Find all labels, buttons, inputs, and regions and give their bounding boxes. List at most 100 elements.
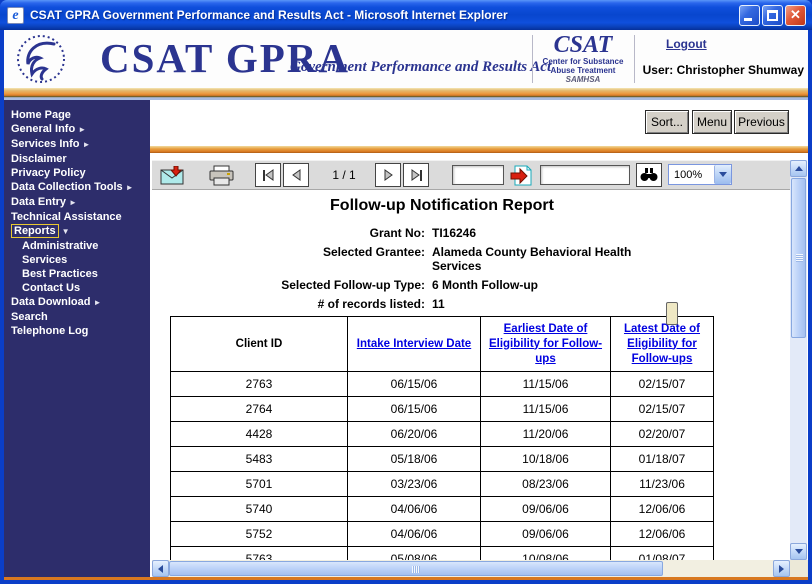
- table-cell: 5740: [171, 497, 348, 522]
- table-cell: 09/06/06: [481, 497, 611, 522]
- sidebar-item-label: Services Info: [11, 138, 79, 150]
- goto-page-input[interactable]: [452, 165, 504, 185]
- search-button[interactable]: [636, 163, 662, 187]
- sidebar-item[interactable]: Privacy Policy: [4, 166, 150, 180]
- sort-button[interactable]: Sort...: [645, 110, 689, 134]
- column-header-label[interactable]: Earliest Date of Eligibility for Follow-…: [489, 323, 602, 365]
- report-page: Follow-up Notification Report Grant No: …: [152, 190, 790, 560]
- page-indicator: 1 / 1: [320, 168, 368, 182]
- previous-page-button[interactable]: [283, 163, 309, 187]
- vertical-scrollbar[interactable]: [790, 160, 807, 560]
- table-cell: 09/06/06: [481, 522, 611, 547]
- column-header-label[interactable]: Client ID: [236, 338, 283, 350]
- table-cell: 02/20/07: [611, 422, 714, 447]
- chevron-down-icon[interactable]: [714, 165, 731, 184]
- sidebar-item[interactable]: Reports▼: [4, 224, 150, 239]
- table-cell: 12/06/06: [611, 497, 714, 522]
- table-cell: 06/20/06: [348, 422, 481, 447]
- field-value: TI16246: [432, 226, 642, 240]
- vertical-scroll-thumb[interactable]: [791, 178, 806, 338]
- sidebar-item-label: Administrative: [22, 240, 98, 252]
- table-cell: 5483: [171, 447, 348, 472]
- table-cell: 04/06/06: [348, 497, 481, 522]
- next-page-button[interactable]: [375, 163, 401, 187]
- close-button[interactable]: ✕: [785, 5, 806, 26]
- scroll-up-button[interactable]: [790, 160, 807, 177]
- table-cell: 04/06/06: [348, 522, 481, 547]
- window-title: CSAT GPRA Government Performance and Res…: [30, 8, 739, 22]
- logout-link[interactable]: Logout: [666, 37, 707, 51]
- table-row: 574004/06/0609/06/0612/06/06: [171, 497, 714, 522]
- close-icon: ✕: [786, 7, 805, 23]
- column-header[interactable]: Client ID: [171, 317, 348, 372]
- report-field: # of records listed: 11: [152, 297, 790, 311]
- sidebar-item-label: Best Practices: [22, 268, 98, 280]
- sidebar-item[interactable]: Services Info►: [4, 137, 150, 152]
- sidebar-item[interactable]: Disclaimer: [4, 152, 150, 166]
- table-row: 575204/06/0609/06/0612/06/06: [171, 522, 714, 547]
- field-label: Selected Grantee:: [152, 245, 432, 273]
- table-cell: 05/08/06: [348, 547, 481, 561]
- nav-arrow-icon: ►: [78, 125, 86, 134]
- sidebar-item[interactable]: Contact Us: [4, 281, 150, 295]
- nav-arrow-icon: ▼: [62, 227, 70, 236]
- table-cell: 01/18/07: [611, 447, 714, 472]
- sidebar-item[interactable]: Data Download►: [4, 295, 150, 310]
- sidebar-item-label: Technical Assistance: [11, 211, 122, 223]
- sidebar-item[interactable]: Administrative: [4, 239, 150, 253]
- nav-arrow-icon: ►: [126, 183, 134, 192]
- column-header-label[interactable]: Intake Interview Date: [357, 338, 471, 350]
- report-field: Selected Grantee: Alameda County Behavio…: [152, 245, 790, 273]
- column-header[interactable]: Latest Date of Eligibility for Follow-up…: [611, 317, 714, 372]
- nav-arrow-icon: ►: [69, 198, 77, 207]
- maximize-icon: [767, 10, 778, 21]
- goto-page-icon[interactable]: [510, 165, 532, 186]
- sidebar-item[interactable]: Technical Assistance: [4, 210, 150, 224]
- column-header[interactable]: Earliest Date of Eligibility for Follow-…: [481, 317, 611, 372]
- column-header[interactable]: Intake Interview Date: [348, 317, 481, 372]
- field-label: Selected Follow-up Type:: [152, 278, 432, 292]
- scroll-down-button[interactable]: [790, 543, 807, 560]
- column-header-label[interactable]: Latest Date of Eligibility for Follow-up…: [624, 323, 700, 365]
- minimize-button[interactable]: [739, 5, 760, 26]
- table-row: 276406/15/0611/15/0602/15/07: [171, 397, 714, 422]
- last-page-button[interactable]: [403, 163, 429, 187]
- csat-logo-line2: Abuse Treatment: [540, 66, 626, 75]
- sidebar-item[interactable]: Services: [4, 253, 150, 267]
- sidebar-item[interactable]: Telephone Log: [4, 324, 150, 338]
- search-text-input[interactable]: [540, 165, 630, 185]
- maximize-button[interactable]: [762, 5, 783, 26]
- table-cell: 10/08/06: [481, 547, 611, 561]
- table-cell: 01/08/07: [611, 547, 714, 561]
- export-icon[interactable]: [160, 166, 186, 185]
- csat-logo-line1: Center for Substance: [540, 57, 626, 66]
- sidebar-item[interactable]: Best Practices: [4, 267, 150, 281]
- sidebar-item[interactable]: Home Page: [4, 108, 150, 122]
- sidebar-item[interactable]: General Info►: [4, 122, 150, 137]
- arrow-right-icon: [779, 565, 784, 573]
- scroll-right-button[interactable]: [773, 560, 790, 577]
- zoom-select[interactable]: 100%: [668, 164, 732, 185]
- title-bar[interactable]: e CSAT GPRA Government Performance and R…: [0, 0, 812, 30]
- sidebar-item-label: Data Entry: [11, 196, 66, 208]
- csat-samhsa-logo: CSAT Center for Substance Abuse Treatmen…: [540, 33, 626, 85]
- sidebar-item-label: Telephone Log: [11, 325, 88, 337]
- arrow-down-icon: [795, 549, 803, 554]
- sidebar-item[interactable]: Data Entry►: [4, 195, 150, 210]
- sidebar-nav: Home Page General Info► Services Info► D…: [4, 100, 150, 577]
- previous-button[interactable]: Previous: [734, 110, 789, 134]
- scroll-left-button[interactable]: [152, 560, 169, 577]
- user-label: User: Christopher Shumway: [643, 63, 804, 77]
- page-header: CSAT GPRA Government Performance and Res…: [4, 30, 808, 88]
- sidebar-item[interactable]: Search: [4, 310, 150, 324]
- print-icon[interactable]: [208, 165, 236, 186]
- sidebar-item[interactable]: Data Collection Tools►: [4, 180, 150, 195]
- horizontal-scrollbar[interactable]: [152, 560, 790, 577]
- first-page-button[interactable]: [255, 163, 281, 187]
- table-cell: 5752: [171, 522, 348, 547]
- sidebar-item-label: Data Collection Tools: [11, 181, 123, 193]
- menu-button[interactable]: Menu: [692, 110, 732, 134]
- sidebar-item-label: Data Download: [11, 296, 90, 308]
- table-cell: 05/18/06: [348, 447, 481, 472]
- horizontal-scroll-thumb[interactable]: [169, 561, 663, 576]
